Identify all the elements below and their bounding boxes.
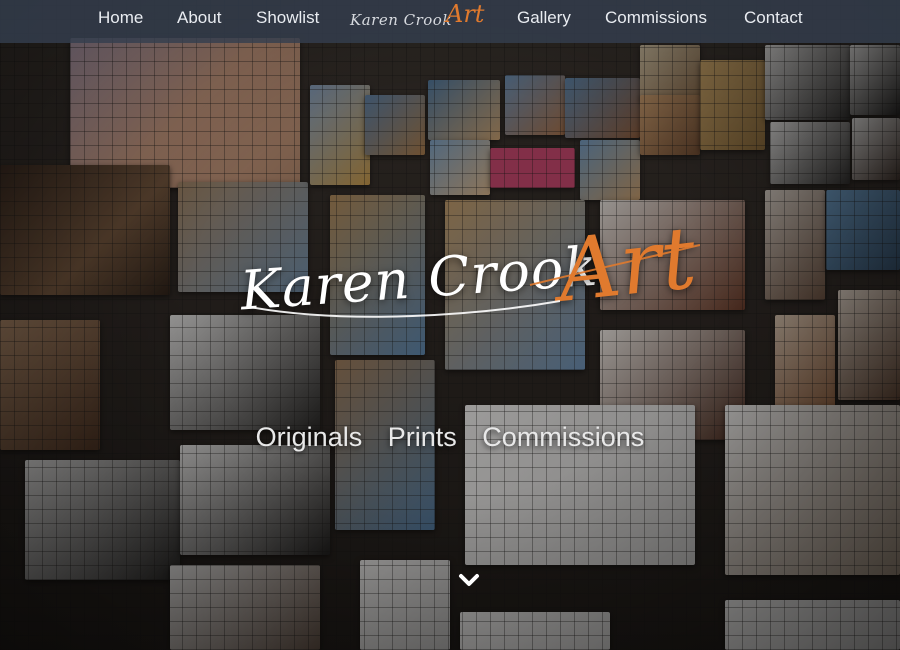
hero-logo-swash (249, 244, 700, 318)
tagline-prints: Prints (387, 422, 457, 452)
nav-logo-script: Karen Crook (350, 11, 452, 29)
nav-link-about[interactable]: About (177, 7, 221, 29)
nav-link-commissions[interactable]: Commissions (605, 7, 707, 29)
tagline-commissions: Commissions (482, 422, 645, 452)
chevron-down-icon (459, 574, 479, 586)
scroll-down-button[interactable] (456, 568, 482, 594)
hero-tagline: Originals Prints Commissions (0, 422, 900, 453)
hero-logo: Karen Crook Art (230, 208, 700, 345)
nav-logo[interactable]: Karen Crook Art (350, 0, 490, 40)
tagline-originals: Originals (255, 422, 363, 452)
nav-logo-accent: Art (446, 0, 485, 28)
nav-link-home[interactable]: Home (98, 7, 143, 29)
main-nav: Home About Showlist Karen Crook Art Gall… (0, 0, 900, 43)
nav-link-showlist[interactable]: Showlist (256, 7, 319, 29)
nav-link-gallery[interactable]: Gallery (517, 7, 571, 29)
nav-link-contact[interactable]: Contact (744, 7, 803, 29)
